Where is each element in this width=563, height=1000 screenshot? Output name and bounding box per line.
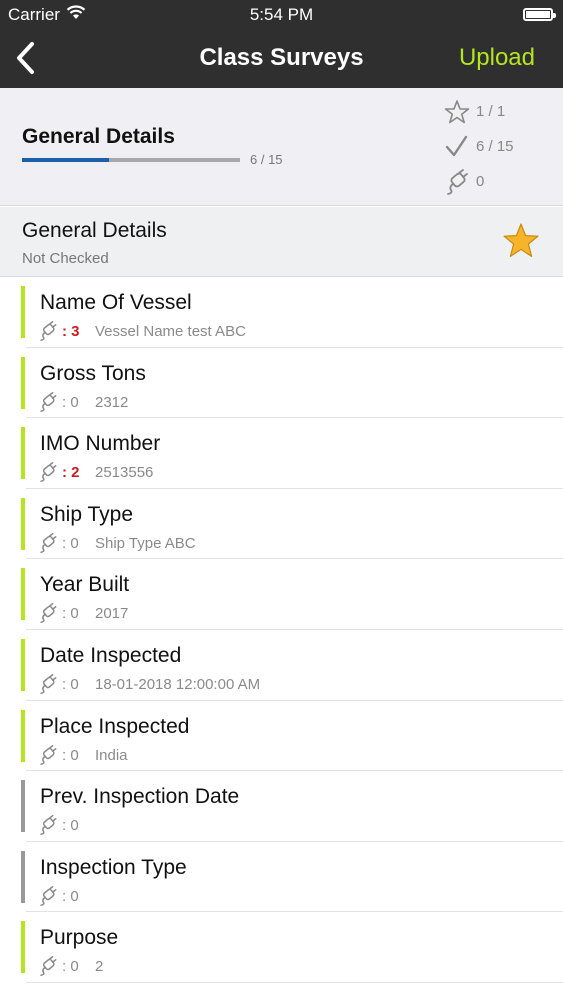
field-label: Ship Type — [40, 502, 134, 526]
status-indicator-bar — [21, 568, 25, 621]
status-indicator-bar — [21, 709, 25, 762]
plug-icon — [40, 532, 57, 553]
list-item[interactable]: Purpose : 0 2 — [0, 912, 563, 983]
section-header[interactable]: General Details Not Checked — [0, 207, 563, 277]
plug-icon — [40, 956, 57, 977]
plug-icon — [40, 744, 57, 765]
list-item[interactable]: IMO Number : 2 2513556 — [0, 418, 563, 489]
plug-icon — [40, 603, 57, 624]
upload-button[interactable]: Upload — [459, 44, 535, 72]
section-status: Not Checked — [22, 250, 109, 267]
checkmark-icon — [445, 135, 468, 157]
status-indicator-bar — [21, 286, 25, 338]
checked-count: 6 / 15 — [476, 138, 514, 155]
field-value: 2513556 — [95, 464, 154, 482]
issue-count: : 0 — [62, 605, 79, 623]
list-item[interactable]: Name Of Vessel : 3 Vessel Name test ABC — [0, 277, 563, 348]
list-item[interactable]: Prev. Inspection Date : 0 — [0, 771, 563, 842]
plug-icon — [40, 462, 57, 483]
starred-count: 1 / 1 — [476, 103, 506, 120]
field-label: Prev. Inspection Date — [40, 785, 240, 809]
list-item[interactable]: Inspection Type : 0 — [0, 842, 563, 913]
clock: 5:54 PM — [249, 5, 314, 24]
plug-icon — [447, 169, 468, 195]
issue-count: : 3 — [62, 323, 80, 340]
issue-count: : 0 — [62, 817, 79, 835]
progress-bar — [22, 158, 240, 162]
plug-icon — [40, 815, 57, 836]
field-value: Ship Type ABC — [95, 534, 196, 552]
issue-count: : 0 — [62, 887, 79, 905]
field-value: 2017 — [95, 605, 129, 623]
status-bar: Carrier 5:54 PM — [0, 0, 563, 30]
status-indicator-bar — [21, 427, 25, 480]
issue-count: : 0 — [62, 534, 79, 552]
star-filled-icon[interactable] — [502, 222, 540, 260]
status-indicator-bar — [21, 497, 25, 550]
status-indicator-bar — [21, 638, 25, 691]
status-indicator-bar — [21, 780, 25, 833]
progress-fill — [22, 158, 110, 162]
status-indicator-bar — [21, 921, 25, 974]
issue-count: : 0 — [62, 675, 79, 693]
list-item[interactable]: Year Built : 0 2017 — [0, 559, 563, 630]
field-label: Date Inspected — [40, 643, 182, 667]
list-item[interactable]: Place Inspected : 0 India — [0, 701, 563, 772]
battery-icon — [523, 8, 556, 21]
navigation-bar: Carrier 5:54 PM Class Surveys Upload — [0, 0, 563, 88]
field-label: Gross Tons — [40, 361, 146, 385]
field-value: 2 — [95, 958, 104, 976]
issue-count: : 2 — [62, 464, 80, 482]
field-value: 2312 — [95, 393, 129, 411]
plug-icon — [40, 391, 57, 412]
field-label: Purpose — [40, 926, 119, 950]
field-label: Year Built — [40, 573, 130, 597]
plug-icon — [40, 885, 57, 906]
progress-count: 6 / 15 — [250, 152, 283, 167]
field-value: Vessel Name test ABC — [95, 323, 246, 340]
field-value: India — [95, 746, 128, 764]
issue-count: : 0 — [62, 958, 79, 976]
field-label: Name Of Vessel — [40, 291, 192, 314]
issue-count: : 0 — [62, 746, 79, 764]
issue-count: : 0 — [62, 393, 79, 411]
field-value: 18-01-2018 12:00:00 AM — [95, 675, 261, 693]
plug-icon — [40, 673, 57, 694]
field-label: Place Inspected — [40, 714, 190, 738]
survey-summary: General Details 6 / 15 1 / 1 6 / 15 0 — [0, 88, 563, 206]
row-divider — [26, 981, 563, 983]
status-indicator-bar — [21, 356, 25, 409]
field-label: Inspection Type — [40, 855, 187, 879]
field-list: Name Of Vessel : 3 Vessel Name test ABC Gro… — [0, 277, 563, 983]
star-outline-icon — [444, 100, 470, 124]
plug-icon — [40, 321, 57, 341]
issues-count: 0 — [476, 173, 485, 190]
list-item[interactable]: Gross Tons : 0 2312 — [0, 348, 563, 419]
section-title: General Details — [22, 219, 167, 242]
status-indicator-bar — [21, 850, 25, 903]
summary-title: General Details — [22, 125, 175, 148]
list-item[interactable]: Date Inspected : 0 18-01-2018 12:00:00 AM — [0, 630, 563, 701]
list-item[interactable]: Ship Type : 0 Ship Type ABC — [0, 489, 563, 560]
field-label: IMO Number — [40, 432, 161, 456]
